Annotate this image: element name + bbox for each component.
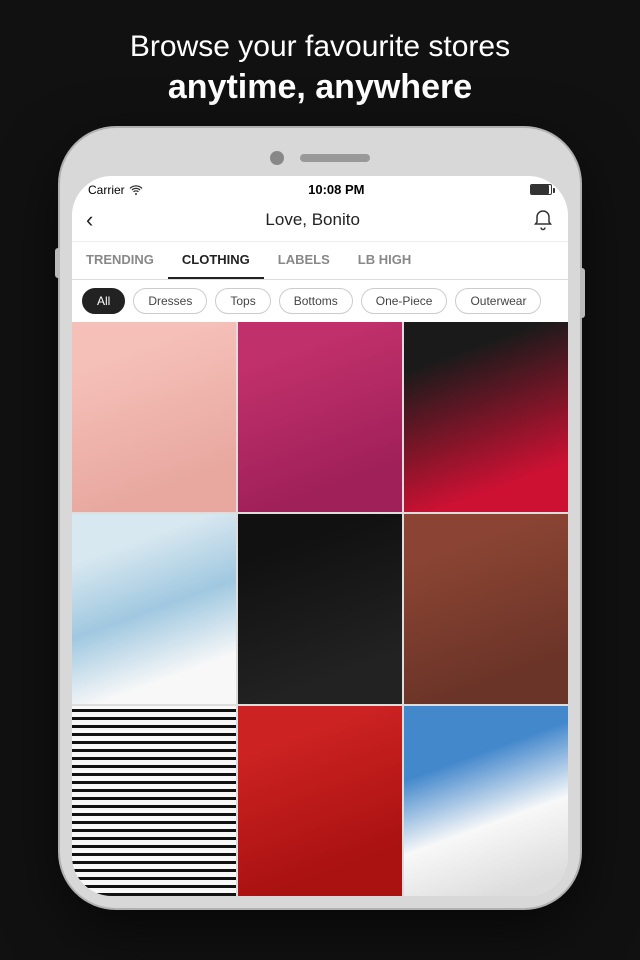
filter-pill-tops[interactable]: Tops [215, 288, 270, 314]
nav-bar: ‹ Love, Bonito [72, 201, 568, 242]
hero-line1: Browse your favourite stores [130, 28, 510, 66]
product-item-9[interactable] [404, 706, 568, 896]
phone-notch [72, 140, 568, 176]
wifi-icon [129, 184, 143, 195]
status-time: 10:08 PM [308, 182, 364, 197]
product-item-4[interactable] [72, 514, 236, 704]
filter-pill-all[interactable]: All [82, 288, 125, 314]
filter-pill-dresses[interactable]: Dresses [133, 288, 207, 314]
speaker-grille [300, 154, 370, 162]
product-item-8[interactable] [238, 706, 402, 896]
filter-pill-outerwear[interactable]: Outerwear [455, 288, 541, 314]
product-grid [72, 322, 568, 896]
product-item-2[interactable] [238, 322, 402, 512]
carrier-label: Carrier [88, 183, 125, 197]
phone-screen: Carrier 10:08 PM ‹ Love, Bonito [72, 176, 568, 896]
front-camera [270, 151, 284, 165]
product-item-6[interactable] [404, 514, 568, 704]
tabs-row: TRENDINGCLOTHINGLABELSLB HIGH [72, 242, 568, 280]
status-right [530, 184, 552, 195]
product-item-1[interactable] [72, 322, 236, 512]
volume-button [55, 248, 60, 278]
tab-lb high[interactable]: LB HIGH [344, 242, 425, 279]
phone-frame: Carrier 10:08 PM ‹ Love, Bonito [60, 128, 580, 908]
filter-pill-bottoms[interactable]: Bottoms [279, 288, 353, 314]
battery-fill [531, 185, 549, 194]
product-item-7[interactable] [72, 706, 236, 896]
filter-row: All Dresses Tops Bottoms One-Piece Outerwear [72, 280, 568, 322]
hero-line2: anytime, anywhere [130, 66, 510, 109]
nav-title: Love, Bonito [265, 210, 360, 230]
status-bar: Carrier 10:08 PM [72, 176, 568, 201]
status-left: Carrier [88, 183, 143, 197]
back-button[interactable]: ‹ [86, 207, 93, 233]
tab-labels[interactable]: LABELS [264, 242, 344, 279]
power-button [580, 268, 585, 318]
battery-icon [530, 184, 552, 195]
product-item-5[interactable] [238, 514, 402, 704]
hero-section: Browse your favourite stores anytime, an… [90, 0, 550, 128]
tab-clothing[interactable]: CLOTHING [168, 242, 264, 279]
filter-pill-one-piece[interactable]: One-Piece [361, 288, 448, 314]
product-item-3[interactable] [404, 322, 568, 512]
bell-icon[interactable] [532, 209, 554, 231]
tab-trending[interactable]: TRENDING [72, 242, 168, 279]
